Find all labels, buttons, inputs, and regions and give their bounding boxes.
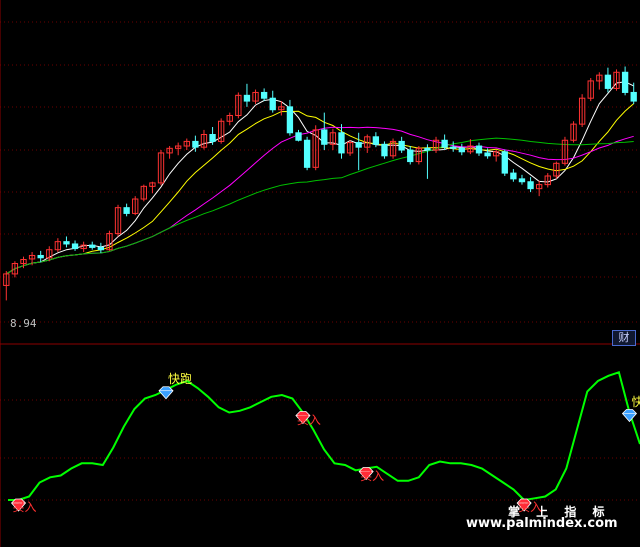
candle-down bbox=[501, 151, 508, 174]
sell-gem-icon bbox=[158, 386, 174, 400]
candle-down bbox=[243, 94, 251, 102]
candle-down bbox=[475, 145, 483, 154]
candle-down bbox=[89, 244, 96, 248]
gem-body bbox=[621, 409, 638, 423]
candle-down bbox=[63, 241, 70, 245]
candle-down bbox=[71, 243, 79, 250]
price-axis-low-label: 8.94 bbox=[10, 317, 37, 330]
buy-signal-label: 买入 bbox=[360, 468, 385, 483]
candle-down bbox=[407, 149, 414, 163]
candle-down bbox=[97, 246, 105, 251]
indicator-line bbox=[8, 371, 640, 502]
candle-down bbox=[123, 207, 130, 214]
candle-down bbox=[209, 134, 216, 142]
candle-down bbox=[37, 254, 44, 259]
candle-down bbox=[630, 91, 637, 102]
candle-down bbox=[398, 140, 405, 151]
candle-down bbox=[295, 132, 302, 141]
grid-lines bbox=[0, 0, 640, 547]
sell-gem-icon bbox=[621, 409, 638, 423]
buy-signal-label: 买入 bbox=[12, 500, 37, 514]
candle-down bbox=[527, 181, 534, 190]
ma40-line bbox=[6, 137, 634, 275]
candle-down bbox=[424, 147, 431, 151]
candle-down bbox=[458, 147, 465, 153]
candle-down bbox=[260, 91, 268, 99]
candle-down bbox=[355, 142, 362, 148]
candle-down bbox=[484, 152, 491, 157]
watermark-url: www.palmindex.com bbox=[466, 516, 618, 531]
candle-down bbox=[269, 97, 276, 111]
candle-down bbox=[381, 143, 388, 157]
candle-down bbox=[621, 71, 629, 93]
candle-down bbox=[604, 74, 612, 89]
finance-badge-button[interactable]: 财 bbox=[612, 330, 636, 346]
candle-down bbox=[510, 172, 517, 180]
candle-down bbox=[441, 139, 448, 148]
sell-signal-label: 快跑 bbox=[631, 394, 640, 409]
candle-down bbox=[192, 140, 199, 148]
sell-signal-label: 快跑 bbox=[168, 371, 193, 386]
gem-body bbox=[158, 386, 174, 400]
candle-down bbox=[450, 146, 457, 149]
candle-down bbox=[286, 106, 294, 134]
candle-down bbox=[372, 136, 380, 145]
indicator-panel bbox=[8, 371, 640, 502]
candle-down bbox=[338, 132, 345, 154]
candlestick-series bbox=[3, 66, 637, 301]
stock-chart bbox=[0, 0, 640, 547]
buy-signal-label: 买入 bbox=[296, 412, 321, 427]
candle-down bbox=[321, 129, 328, 145]
candle-down bbox=[518, 178, 526, 183]
candle-down bbox=[303, 139, 311, 168]
